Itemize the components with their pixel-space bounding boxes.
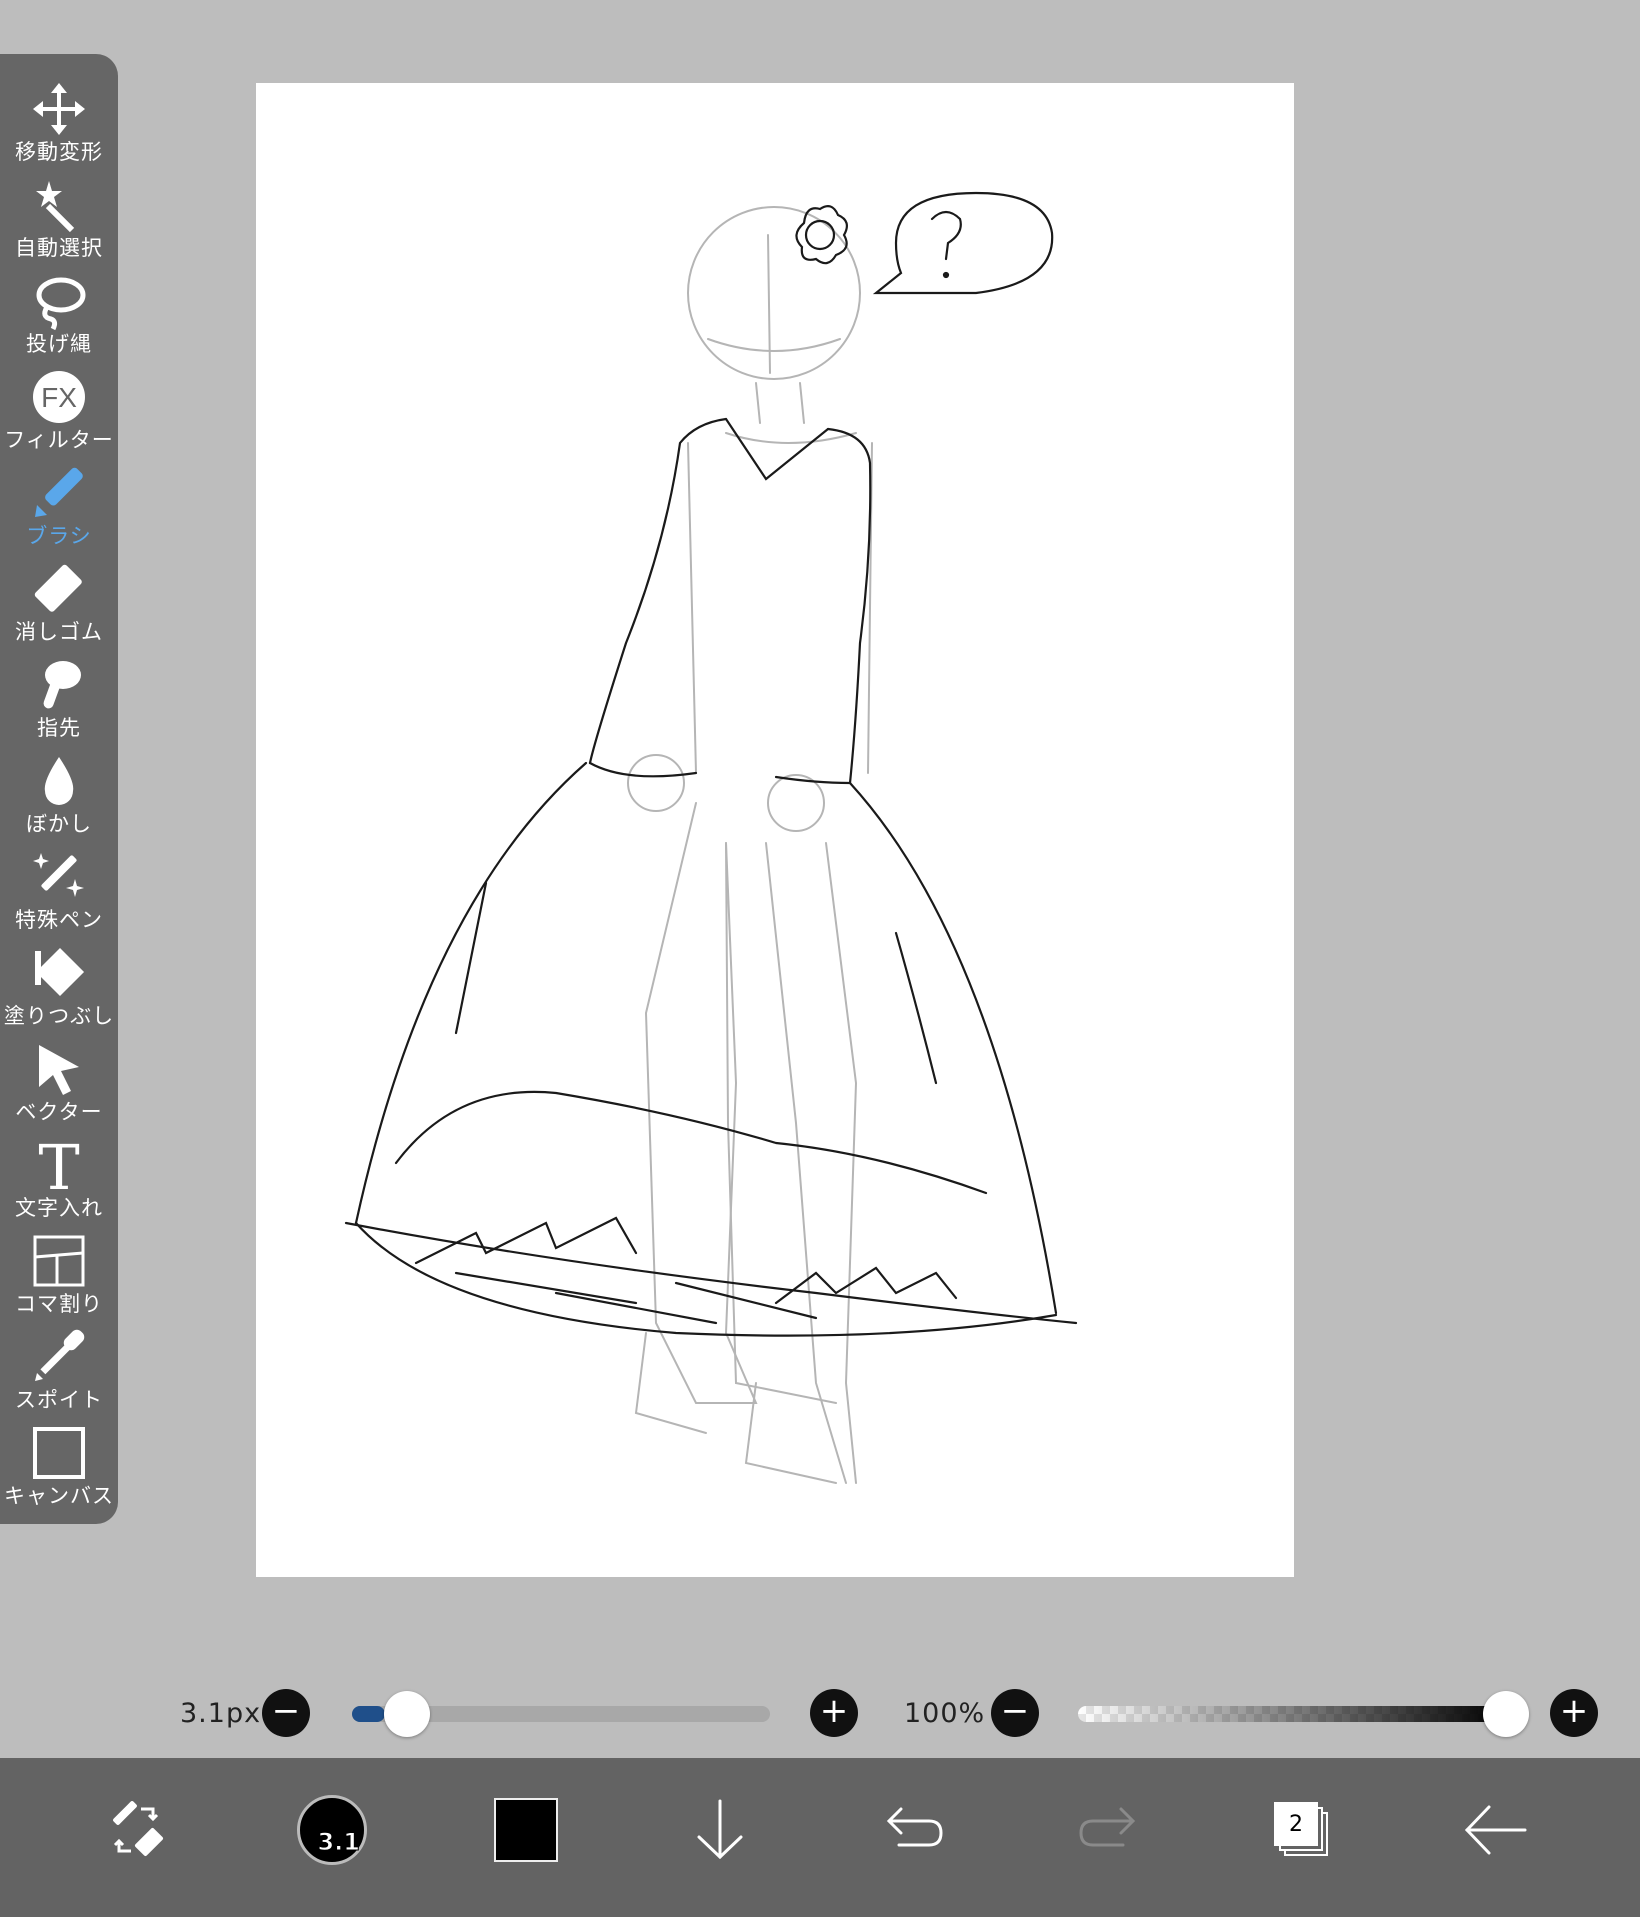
brush-size-decrease-button[interactable]: − (262, 1689, 310, 1737)
current-color-swatch (494, 1798, 558, 1862)
tool-label: ベクター (15, 1100, 103, 1124)
lasso-icon (29, 272, 89, 331)
tool-frame-divider[interactable]: コマ割り (0, 1220, 118, 1316)
tool-label: スポイト (15, 1388, 103, 1412)
finger-icon (29, 656, 89, 714)
layer-count: 2 (1274, 1802, 1318, 1846)
layers-icon: 2 (1274, 1802, 1330, 1858)
tool-eyedropper[interactable]: スポイト (0, 1316, 118, 1412)
download-button[interactable] (670, 1780, 770, 1880)
fill-bucket-icon (29, 944, 89, 1002)
brush-opacity-decrease-button[interactable]: − (991, 1689, 1039, 1737)
brush-preview-size-label: 3.1 (317, 1828, 361, 1857)
frame-divider-icon (29, 1232, 89, 1290)
tool-blur[interactable]: ぼかし (0, 740, 118, 836)
tool-canvas[interactable]: キャンバス (0, 1412, 118, 1508)
arrow-down-icon (697, 1799, 743, 1860)
plus-icon: + (1559, 1691, 1589, 1731)
tool-eraser[interactable]: 消しゴム (0, 548, 118, 644)
minus-icon: − (271, 1691, 301, 1731)
brush-size-slider-thumb[interactable] (384, 1691, 431, 1737)
bottom-toolbar: 3.1 2 (0, 1758, 1640, 1917)
tool-magic-wand[interactable]: 自動選択 (0, 164, 118, 260)
canvas-square-icon (29, 1424, 89, 1482)
tool-special-pen[interactable]: 特殊ペン (0, 836, 118, 932)
tool-label: コマ割り (15, 1292, 103, 1316)
tool-label: フィルター (4, 428, 114, 452)
tool-brush[interactable]: ブラシ (0, 452, 118, 548)
plus-icon: + (819, 1691, 849, 1731)
brush-opacity-value: 100% (904, 1698, 986, 1729)
brush-preview: 3.1 (297, 1795, 367, 1865)
tool-fill[interactable]: 塗りつぶし (0, 932, 118, 1028)
sketch-artwork (344, 191, 1078, 1484)
tool-vector[interactable]: ベクター (0, 1028, 118, 1124)
tool-smudge[interactable]: 指先 (0, 644, 118, 740)
magic-wand-icon (29, 176, 89, 234)
tool-label: 消しゴム (15, 620, 103, 644)
brush-size-increase-button[interactable]: + (810, 1689, 858, 1737)
brush-opacity-slider-thumb[interactable] (1483, 1691, 1529, 1737)
tool-label: 特殊ペン (15, 908, 103, 932)
tool-label: 文字入れ (15, 1196, 103, 1220)
tool-label: キャンバス (4, 1484, 114, 1508)
brush-size-fill (352, 1706, 386, 1722)
brush-opacity-increase-button[interactable]: + (1550, 1689, 1598, 1737)
eraser-icon (29, 560, 89, 618)
brush-icon (29, 464, 89, 522)
tool-label: 塗りつぶし (3, 1004, 115, 1028)
brush-opacity-slider[interactable] (1078, 1706, 1506, 1722)
text-t-icon: T (29, 1131, 89, 1204)
minus-icon: − (1000, 1691, 1030, 1731)
tool-filter[interactable]: FX フィルター (0, 356, 118, 452)
redo-button[interactable] (1058, 1780, 1158, 1880)
cursor-arrow-icon (29, 1040, 89, 1098)
tool-label: ぼかし (26, 812, 92, 836)
tool-palette: 移動変形 自動選択 投げ縄 FX フィルター ブラシ 消しゴム 指先 ぼかし 特… (0, 54, 118, 1524)
undo-button[interactable] (864, 1780, 964, 1880)
brush-eraser-swap-icon (113, 1801, 164, 1857)
tool-label: 移動変形 (15, 140, 103, 164)
tool-lasso[interactable]: 投げ縄 (0, 260, 118, 356)
tool-label: ブラシ (26, 524, 92, 548)
sparkle-pen-icon (29, 848, 89, 906)
svg-text:T: T (38, 1131, 79, 1204)
brush-size-value: 3.1px (180, 1698, 262, 1729)
layers-button[interactable]: 2 (1252, 1780, 1352, 1880)
tool-text[interactable]: T 文字入れ (0, 1124, 118, 1220)
fx-icon: FX (29, 368, 89, 426)
tool-label: 自動選択 (15, 236, 103, 260)
arrow-left-icon (1464, 1805, 1527, 1855)
back-button[interactable] (1446, 1780, 1546, 1880)
brush-size-preview-button[interactable]: 3.1 (282, 1780, 382, 1880)
color-picker-button[interactable] (476, 1780, 576, 1880)
tool-label: 指先 (37, 716, 81, 740)
droplet-icon (29, 752, 89, 810)
drawing-canvas[interactable] (256, 83, 1294, 1577)
quick-switch-button[interactable] (86, 1780, 186, 1880)
eyedropper-icon (29, 1328, 89, 1386)
redo-icon (1079, 1807, 1136, 1847)
undo-icon (886, 1807, 943, 1847)
svg-text:FX: FX (41, 382, 77, 413)
move-arrows-icon (29, 80, 89, 138)
tool-move[interactable]: 移動変形 (0, 68, 118, 164)
tool-label: 投げ縄 (26, 332, 92, 356)
